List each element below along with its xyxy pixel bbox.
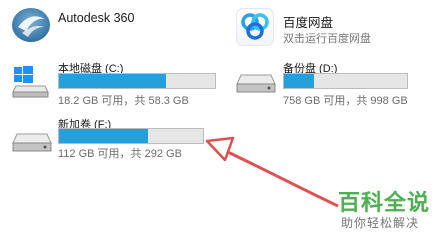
watermark-subtitle: 助你轻松解决 — [341, 216, 420, 230]
watermark-title: 百科全说 — [338, 191, 431, 216]
